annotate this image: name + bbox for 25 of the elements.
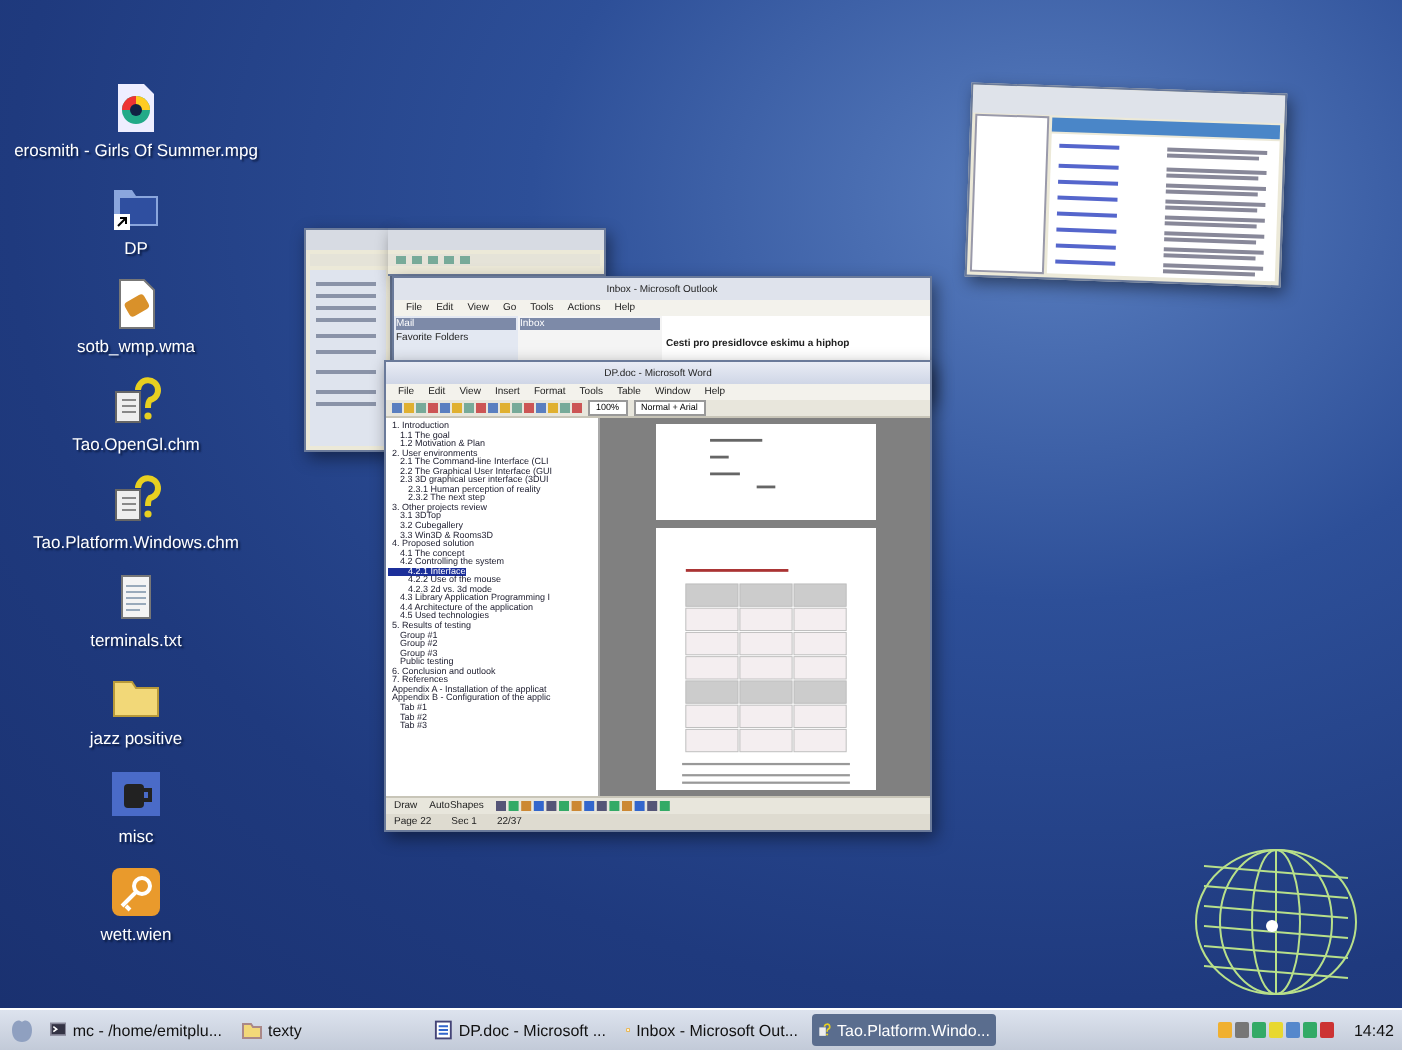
mug-icon bbox=[108, 766, 164, 822]
drawing-toolbar-icons-drawing[interactable] bbox=[495, 800, 676, 812]
key-icon bbox=[108, 864, 164, 920]
desktop-icon-label[interactable]: erosmith - Girls Of Summer.mpg bbox=[14, 140, 258, 160]
desktop-icon-label[interactable]: sotb_wmp.wma bbox=[76, 336, 196, 356]
taskbar-button[interactable]: texty bbox=[236, 1014, 420, 1046]
desktop-icon-label[interactable]: jazz positive bbox=[89, 728, 183, 748]
taskbar-button[interactable]: Inbox - Microsoft Out... bbox=[620, 1014, 804, 1046]
desktop-icon-label[interactable]: Tao.Platform.Windows.chm bbox=[33, 532, 239, 552]
desktop-icon-label[interactable]: wett.wien bbox=[100, 924, 172, 944]
terminal-icon bbox=[50, 1020, 67, 1040]
document-icon bbox=[434, 1020, 453, 1040]
desktop-icon-label[interactable]: misc bbox=[118, 826, 154, 846]
toolbar-icons-drawing[interactable] bbox=[392, 402, 582, 414]
folder-icon bbox=[242, 1020, 262, 1040]
taskbar-button[interactable]: mc - /home/emitplu... bbox=[44, 1014, 228, 1046]
clock: 14:42 bbox=[1353, 1021, 1394, 1039]
taskbar-button[interactable]: Tao.Platform.Windo... bbox=[812, 1014, 996, 1046]
tray-icons-drawing[interactable] bbox=[1217, 1020, 1338, 1040]
desktop-icon-label[interactable]: Tao.OpenGl.chm bbox=[72, 434, 200, 454]
desktop-icon-label[interactable]: terminals.txt bbox=[90, 630, 182, 650]
taskbar-button[interactable]: DP.doc - Microsoft ... bbox=[428, 1014, 612, 1046]
help-file-icon bbox=[818, 1020, 832, 1040]
desktop-icon-label[interactable]: DP bbox=[124, 238, 148, 258]
start-icon[interactable] bbox=[8, 1016, 36, 1044]
